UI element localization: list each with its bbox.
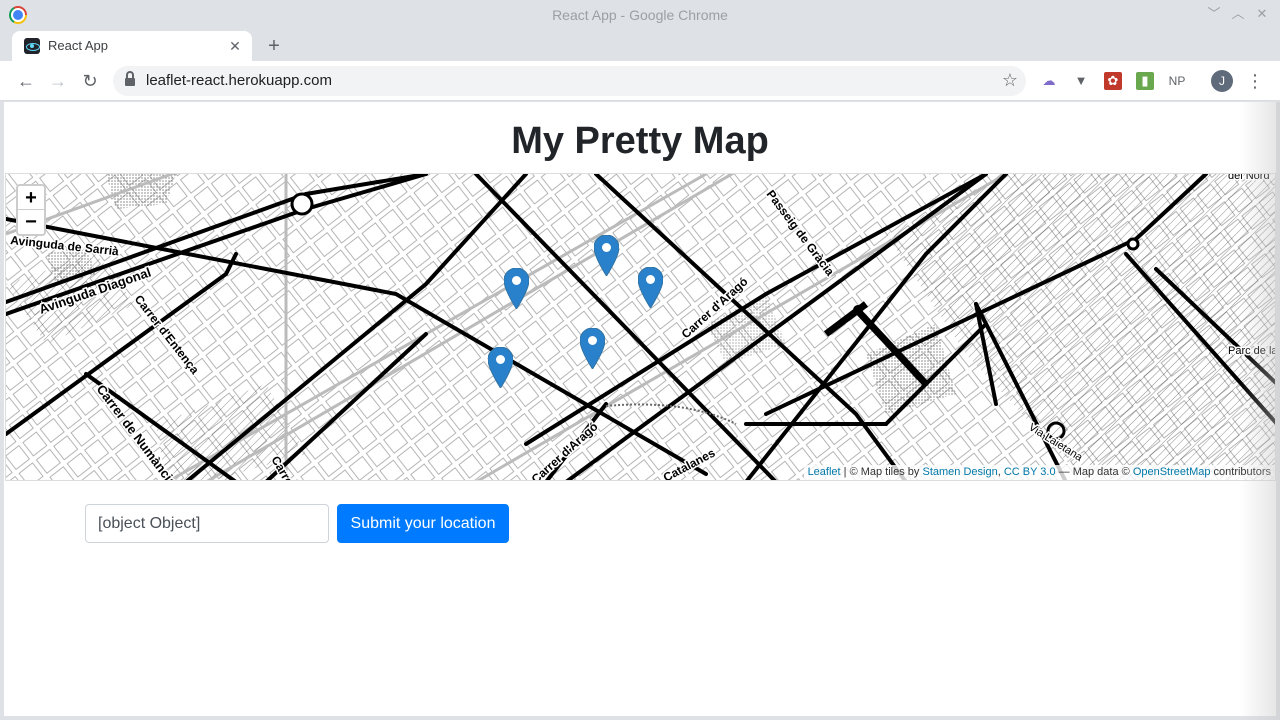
minimize-icon[interactable]: ﹀ bbox=[1205, 5, 1223, 23]
window-title: React App - Google Chrome bbox=[552, 7, 728, 23]
window-titlebar: React App - Google Chrome ﹀ ︿ ✕ bbox=[0, 0, 1280, 30]
tab-react-app[interactable]: React App ✕ bbox=[12, 31, 252, 61]
map-attribution: Leaflet | © Map tiles by Stamen Design, … bbox=[803, 465, 1275, 480]
osm-link[interactable]: OpenStreetMap bbox=[1133, 466, 1211, 478]
reload-icon[interactable]: ↻ bbox=[78, 69, 102, 93]
submit-location-button[interactable]: Submit your location bbox=[337, 504, 509, 543]
tab-title: React App bbox=[48, 38, 108, 53]
profile-avatar[interactable]: J bbox=[1211, 70, 1233, 92]
vue-devtools-icon[interactable]: ▼ bbox=[1072, 72, 1090, 90]
zoom-out-button[interactable]: − bbox=[18, 210, 44, 234]
bookmark-star-icon[interactable]: ☆ bbox=[1002, 70, 1018, 91]
map-tiles: Avinguda de Sarrià Avinguda Diagonal Car… bbox=[6, 174, 1275, 480]
map-marker-icon[interactable] bbox=[504, 268, 529, 309]
leaflet-link[interactable]: Leaflet bbox=[808, 466, 841, 478]
react-favicon-icon bbox=[24, 38, 40, 54]
extension-green-icon[interactable]: ▮ bbox=[1136, 72, 1154, 90]
stamen-link[interactable]: Stamen Design bbox=[922, 466, 997, 478]
map-marker-icon[interactable] bbox=[594, 235, 619, 276]
page-edge-shadow bbox=[1240, 102, 1280, 720]
url-text[interactable]: leaflet-react.herokuapp.com bbox=[146, 72, 332, 89]
cc-license-link[interactable]: CC BY 3.0 bbox=[1004, 466, 1056, 478]
map-marker-icon[interactable] bbox=[580, 328, 605, 369]
cloud-extension-icon[interactable]: ☁ bbox=[1040, 72, 1058, 90]
maximize-icon[interactable]: ︿ bbox=[1229, 5, 1247, 23]
forward-icon[interactable]: → bbox=[46, 69, 70, 93]
new-tab-button[interactable]: + bbox=[263, 35, 285, 57]
tab-close-icon[interactable]: ✕ bbox=[226, 37, 244, 55]
back-icon[interactable]: ← bbox=[14, 69, 38, 93]
extension-red-icon[interactable]: ✿ bbox=[1104, 72, 1122, 90]
zoom-control: + − bbox=[16, 184, 46, 236]
browser-toolbar: ← → ↻ leaflet-react.herokuapp.com ☆ ☁ ▼ … bbox=[0, 61, 1280, 101]
attribution-text: — Map data © bbox=[1055, 466, 1133, 478]
attribution-text: | © Map tiles by bbox=[840, 466, 923, 478]
np-extension-icon[interactable]: NP bbox=[1166, 72, 1188, 90]
page-title: My Pretty Map bbox=[511, 120, 769, 162]
close-window-icon[interactable]: ✕ bbox=[1253, 5, 1271, 23]
leaflet-map[interactable]: Avinguda de Sarrià Avinguda Diagonal Car… bbox=[5, 173, 1276, 481]
location-input[interactable] bbox=[85, 504, 329, 543]
map-marker-icon[interactable] bbox=[488, 347, 513, 388]
chrome-menu-icon[interactable]: ⋮ bbox=[1246, 70, 1264, 92]
address-bar[interactable]: leaflet-react.herokuapp.com ☆ bbox=[113, 66, 1026, 96]
lock-icon bbox=[125, 71, 135, 87]
page-content: My Pretty Map Avinguda de Sarrià Avingud… bbox=[4, 102, 1276, 716]
zoom-in-button[interactable]: + bbox=[18, 186, 44, 210]
map-marker-icon[interactable] bbox=[638, 267, 663, 308]
